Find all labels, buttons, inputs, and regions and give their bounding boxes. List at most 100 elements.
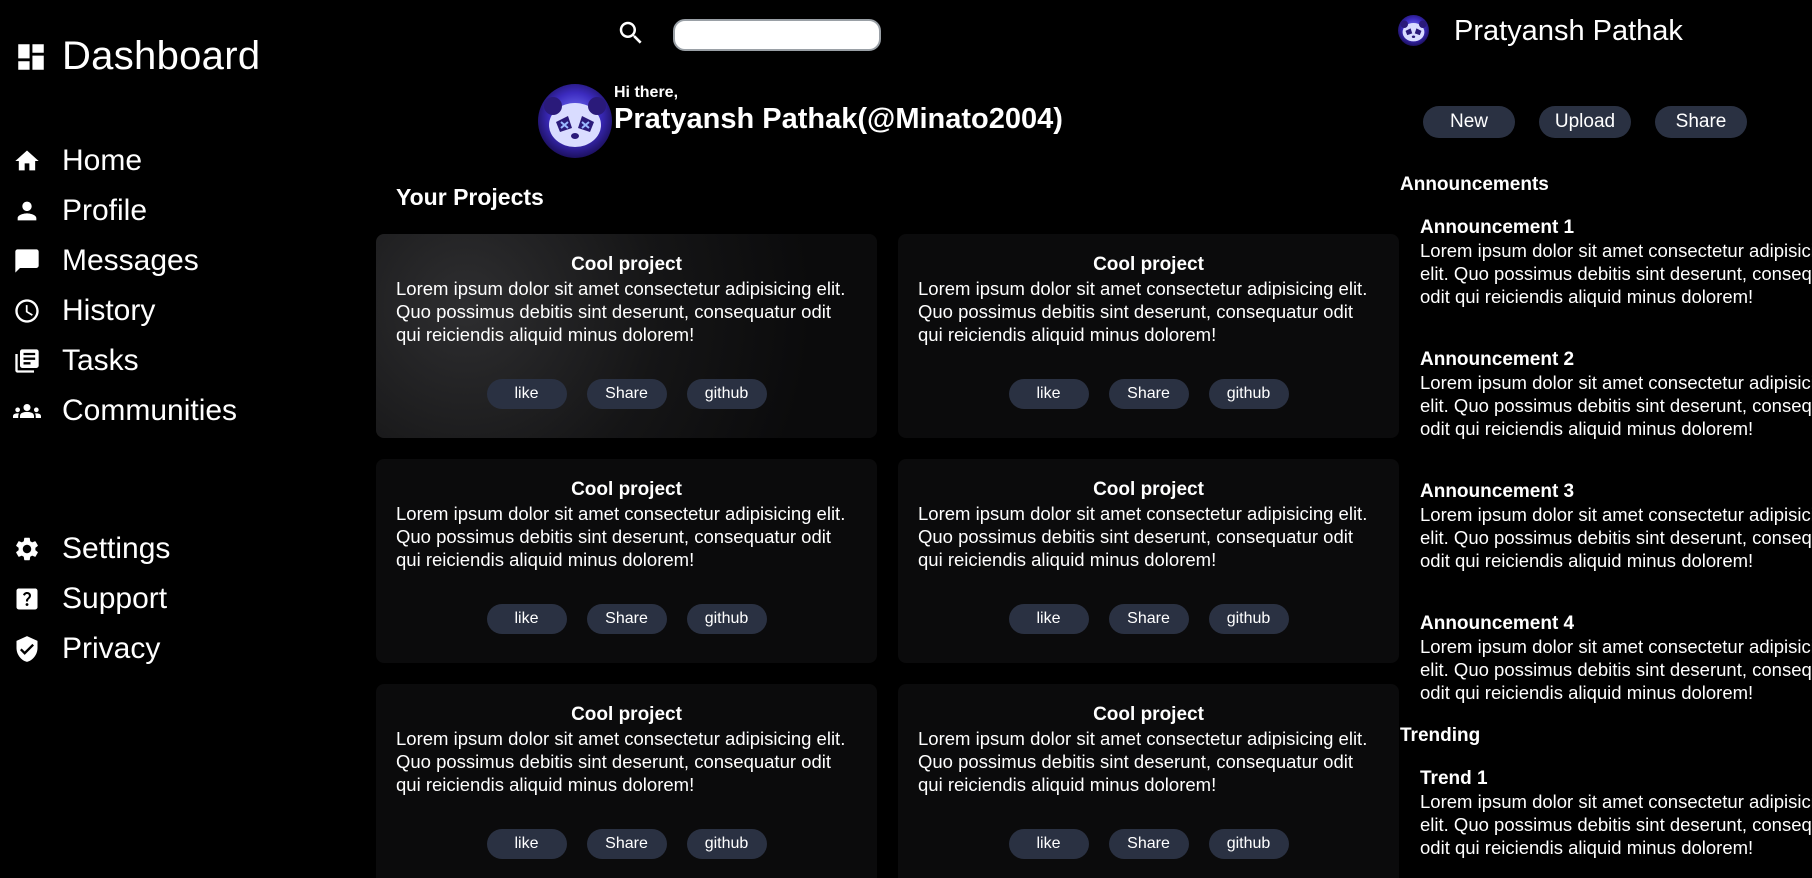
project-actions: like Share github <box>898 829 1399 859</box>
trending-title: Trending <box>1400 725 1481 746</box>
trend-line: elit. Quo possimus debitis sint deserunt… <box>1420 814 1812 835</box>
greeting-name: Pratyansh Pathak(@Minato2004) <box>614 103 1063 135</box>
panda-avatar-icon <box>1400 20 1427 42</box>
sidebar-item-messages[interactable]: Messages <box>12 236 237 286</box>
project-description: Lorem ipsum dolor sit amet consectetur a… <box>918 728 1368 795</box>
user-avatar[interactable] <box>1398 15 1429 46</box>
github-button[interactable]: github <box>686 604 767 634</box>
sidebar-item-history[interactable]: History <box>12 286 237 336</box>
github-button[interactable]: github <box>686 829 767 859</box>
trend-line: odit qui reiciendis aliquid minus dolore… <box>1420 837 1754 858</box>
sidebar: Dashboard Home Profile Messages History … <box>0 0 340 878</box>
like-button[interactable]: like <box>1008 604 1089 634</box>
sidebar-item-label: History <box>62 294 156 327</box>
user-name: Pratyansh Pathak <box>1454 15 1683 47</box>
announcement-line: Lorem ipsum dolor sit amet consectetur a… <box>1420 372 1812 393</box>
share-button[interactable]: Share <box>1108 829 1189 859</box>
share-button[interactable]: Share <box>1655 106 1747 138</box>
help-icon <box>12 584 42 614</box>
announcement-line: elit. Quo possimus debitis sint deserunt… <box>1420 263 1812 284</box>
project-card: Cool project Lorem ipsum dolor sit amet … <box>376 459 877 663</box>
project-card: Cool project Lorem ipsum dolor sit amet … <box>376 234 877 438</box>
project-title: Cool project <box>571 479 682 500</box>
announcement-item: Announcement 4 Lorem ipsum dolor sit ame… <box>1420 612 1812 704</box>
sidebar-item-privacy[interactable]: Privacy <box>12 624 170 674</box>
sidebar-item-support[interactable]: Support <box>12 574 170 624</box>
project-description: Lorem ipsum dolor sit amet consectetur a… <box>918 278 1368 345</box>
announcement-line: Lorem ipsum dolor sit amet consectetur a… <box>1420 240 1812 261</box>
like-button[interactable]: like <box>486 829 567 859</box>
announcement-line: Lorem ipsum dolor sit amet consectetur a… <box>1420 636 1812 657</box>
project-title: Cool project <box>571 704 682 725</box>
project-title: Cool project <box>1093 479 1204 500</box>
project-card: Cool project Lorem ipsum dolor sit amet … <box>898 684 1399 878</box>
brand-title: Dashboard <box>62 34 261 78</box>
announcement-line: odit qui reiciendis aliquid minus dolore… <box>1420 682 1754 703</box>
project-card: Cool project Lorem ipsum dolor sit amet … <box>898 459 1399 663</box>
project-description: Lorem ipsum dolor sit amet consectetur a… <box>396 503 846 570</box>
like-button[interactable]: like <box>486 379 567 409</box>
project-actions: like Share github <box>898 379 1399 409</box>
announcement-line: elit. Quo possimus debitis sint deserunt… <box>1420 527 1812 548</box>
person-icon <box>12 196 42 226</box>
trend-item: Trend 1 Lorem ipsum dolor sit amet conse… <box>1420 767 1812 859</box>
share-button[interactable]: Share <box>586 829 667 859</box>
new-button[interactable]: New <box>1423 106 1515 138</box>
announcement-body: Lorem ipsum dolor sit amet consectetur a… <box>1420 635 1812 704</box>
github-button[interactable]: github <box>686 379 767 409</box>
upload-button[interactable]: Upload <box>1539 106 1631 138</box>
like-button[interactable]: like <box>486 604 567 634</box>
announcement-line: Lorem ipsum dolor sit amet consectetur a… <box>1420 504 1812 525</box>
sidebar-item-label: Support <box>62 582 168 615</box>
share-button[interactable]: Share <box>586 604 667 634</box>
project-title: Cool project <box>571 254 682 275</box>
search-icon[interactable] <box>616 18 646 48</box>
project-title: Cool project <box>1093 254 1204 275</box>
panda-avatar-icon <box>544 97 606 147</box>
action-bar: New Upload Share <box>1423 106 1747 138</box>
sidebar-item-profile[interactable]: Profile <box>12 186 237 236</box>
github-button[interactable]: github <box>1208 604 1289 634</box>
announcement-title: Announcement 3 <box>1420 481 1575 502</box>
announcement-body: Lorem ipsum dolor sit amet consectetur a… <box>1420 503 1812 572</box>
announcement-item: Announcement 1 Lorem ipsum dolor sit ame… <box>1420 216 1812 308</box>
project-title: Cool project <box>1093 704 1204 725</box>
github-button[interactable]: github <box>1208 829 1289 859</box>
sidebar-item-label: Settings <box>62 532 171 565</box>
announcement-body: Lorem ipsum dolor sit amet consectetur a… <box>1420 239 1812 308</box>
announcement-body: Lorem ipsum dolor sit amet consectetur a… <box>1420 371 1812 440</box>
nav-main: Home Profile Messages History Tasks Comm… <box>12 136 237 436</box>
avatar <box>538 84 612 158</box>
group-icon <box>12 396 42 426</box>
sidebar-item-home[interactable]: Home <box>12 136 237 186</box>
search-input[interactable] <box>673 19 881 51</box>
announcement-line: elit. Quo possimus debitis sint deserunt… <box>1420 659 1812 680</box>
sidebar-item-settings[interactable]: Settings <box>12 524 170 574</box>
like-button[interactable]: like <box>1008 829 1089 859</box>
announcement-line: odit qui reiciendis aliquid minus dolore… <box>1420 418 1754 439</box>
sidebar-item-label: Home <box>62 144 143 177</box>
project-description: Lorem ipsum dolor sit amet consectetur a… <box>396 728 846 795</box>
share-button[interactable]: Share <box>586 379 667 409</box>
github-button[interactable]: github <box>1208 379 1289 409</box>
project-card: Cool project Lorem ipsum dolor sit amet … <box>898 234 1399 438</box>
sidebar-item-label: Messages <box>62 244 199 277</box>
projects-title: Your Projects <box>396 184 544 210</box>
announcement-title: Announcement 2 <box>1420 349 1575 370</box>
announcement-item: Announcement 2 Lorem ipsum dolor sit ame… <box>1420 348 1812 440</box>
dashboard-app: Dashboard Home Profile Messages History … <box>0 0 1812 878</box>
announcement-line: odit qui reiciendis aliquid minus dolore… <box>1420 550 1754 571</box>
share-button[interactable]: Share <box>1108 379 1189 409</box>
brand[interactable]: Dashboard <box>14 34 260 79</box>
greeting-hi: Hi there, <box>614 84 679 101</box>
share-button[interactable]: Share <box>1108 604 1189 634</box>
announcement-title: Announcement 1 <box>1420 217 1575 238</box>
announcement-item: Announcement 3 Lorem ipsum dolor sit ame… <box>1420 480 1812 572</box>
nav-bottom: Settings Support Privacy <box>12 524 170 674</box>
chat-icon <box>12 246 42 276</box>
like-button[interactable]: like <box>1008 379 1089 409</box>
project-actions: like Share github <box>376 379 877 409</box>
announcement-line: elit. Quo possimus debitis sint deserunt… <box>1420 395 1812 416</box>
sidebar-item-communities[interactable]: Communities <box>12 386 237 436</box>
sidebar-item-tasks[interactable]: Tasks <box>12 336 237 386</box>
